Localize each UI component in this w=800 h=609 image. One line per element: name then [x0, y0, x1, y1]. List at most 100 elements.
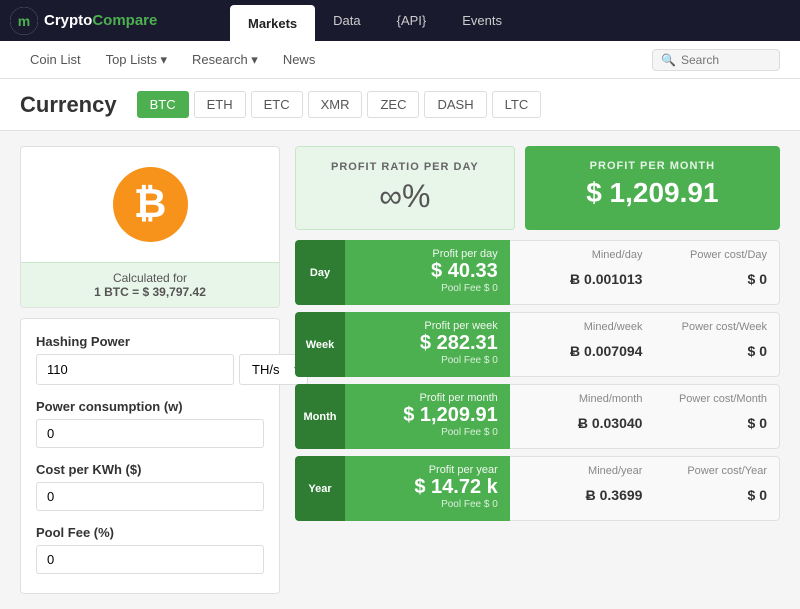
row-profit-value-week: $ 282.31	[357, 332, 498, 355]
row-mined-label-week: Mined/week	[522, 321, 643, 333]
row-mined-month: Mined/month Ƀ 0.03040	[510, 384, 655, 449]
nav-item-data[interactable]: Data	[315, 0, 378, 41]
row-pool-fee-week: Pool Fee $ 0	[357, 355, 498, 366]
power-consumption-input[interactable]	[36, 419, 264, 448]
row-pool-fee-month: Pool Fee $ 0	[357, 427, 498, 438]
row-mined-label-year: Mined/year	[522, 465, 643, 477]
row-power-label-month: Power cost/Month	[666, 393, 767, 405]
row-main-month: Profit per month $ 1,209.91 Pool Fee $ 0	[345, 384, 510, 449]
logo-icon: m	[10, 7, 38, 35]
row-profit-title-week: Profit per week	[357, 320, 498, 332]
table-row: Day Profit per day $ 40.33 Pool Fee $ 0 …	[295, 240, 780, 305]
top-nav: m CryptoCompare Markets Data {API} Event…	[0, 0, 800, 41]
row-label-week: Week	[295, 312, 345, 377]
cost-per-kwh-label: Cost per KWh ($)	[36, 462, 264, 477]
row-power-label-year: Power cost/Year	[666, 465, 767, 477]
second-nav-coin-list[interactable]: Coin List	[20, 52, 91, 67]
tab-etc[interactable]: ETC	[251, 91, 303, 118]
tab-ltc[interactable]: LTC	[492, 91, 542, 118]
row-profit-title-day: Profit per day	[357, 248, 498, 260]
row-mined-label-month: Mined/month	[522, 393, 643, 405]
search-input[interactable]	[681, 53, 771, 67]
profit-ratio-label: PROFIT RATIO PER DAY	[311, 161, 499, 173]
row-profit-value-year: $ 14.72 k	[357, 476, 498, 499]
row-profit-title-year: Profit per year	[357, 464, 498, 476]
row-mined-week: Mined/week Ƀ 0.007094	[510, 312, 655, 377]
form-group-power: Power consumption (w)	[36, 399, 264, 448]
logo-crypto: Crypto	[44, 12, 92, 29]
profit-ratio-card: PROFIT RATIO PER DAY ∞%	[295, 146, 515, 230]
row-main-week: Profit per week $ 282.31 Pool Fee $ 0	[345, 312, 510, 377]
calc-value: 1 BTC = $ 39,797.42	[31, 285, 269, 299]
row-pool-fee-day: Pool Fee $ 0	[357, 283, 498, 294]
row-mined-label-day: Mined/day	[522, 249, 643, 261]
row-power-year: Power cost/Year $ 0	[654, 456, 780, 521]
currency-tabs: Currency BTC ETH ETC XMR ZEC DASH LTC	[20, 91, 780, 118]
second-nav-top-lists[interactable]: Top Lists ▾	[96, 52, 177, 68]
profit-per-month-label: PROFIT PER MONTH	[540, 160, 765, 172]
tab-zec[interactable]: ZEC	[367, 91, 419, 118]
page-title: Currency	[20, 92, 117, 118]
tab-btc[interactable]: BTC	[137, 91, 189, 118]
hashing-power-label: Hashing Power	[36, 334, 264, 349]
row-main-year: Profit per year $ 14.72 k Pool Fee $ 0	[345, 456, 510, 521]
logo-text: CryptoCompare	[44, 12, 157, 29]
logo[interactable]: m CryptoCompare	[10, 7, 230, 35]
row-mined-day: Mined/day Ƀ 0.001013	[510, 240, 655, 305]
top-nav-items: Markets Data {API} Events	[230, 0, 520, 41]
page-header: Currency BTC ETH ETC XMR ZEC DASH LTC	[0, 79, 800, 131]
row-profit-value-day: $ 40.33	[357, 260, 498, 283]
row-power-value-year: $ 0	[666, 487, 767, 503]
coin-icon: ₿	[113, 167, 188, 242]
power-consumption-label: Power consumption (w)	[36, 399, 264, 414]
second-nav-news[interactable]: News	[273, 52, 326, 67]
search-icon: 🔍	[661, 53, 676, 67]
tab-xmr[interactable]: XMR	[308, 91, 363, 118]
profit-per-month-value: $ 1,209.91	[540, 177, 765, 209]
coin-calc-info: Calculated for 1 BTC = $ 39,797.42	[21, 262, 279, 307]
second-nav-research[interactable]: Research ▾	[182, 52, 268, 68]
cost-per-kwh-input[interactable]	[36, 482, 264, 511]
hashing-power-input[interactable]	[36, 354, 234, 385]
row-label-year: Year	[295, 456, 345, 521]
row-power-value-week: $ 0	[666, 343, 767, 359]
row-main-day: Profit per day $ 40.33 Pool Fee $ 0	[345, 240, 510, 305]
main-content: ₿ Calculated for 1 BTC = $ 39,797.42 Has…	[0, 131, 800, 609]
form-group-hashing: Hashing Power TH/s GH/s MH/s	[36, 334, 264, 385]
right-panel: PROFIT RATIO PER DAY ∞% PROFIT PER MONTH…	[295, 146, 780, 594]
row-profit-title-month: Profit per month	[357, 392, 498, 404]
profit-ratio-value: ∞%	[311, 178, 499, 215]
form-panel: Hashing Power TH/s GH/s MH/s Power consu…	[20, 318, 280, 594]
left-panel: ₿ Calculated for 1 BTC = $ 39,797.42 Has…	[20, 146, 280, 594]
calc-label: Calculated for	[31, 271, 269, 285]
svg-text:m: m	[18, 13, 30, 29]
nav-item-api[interactable]: {API}	[379, 0, 445, 41]
table-row: Month Profit per month $ 1,209.91 Pool F…	[295, 384, 780, 449]
row-label-day: Day	[295, 240, 345, 305]
nav-item-events[interactable]: Events	[444, 0, 520, 41]
tab-eth[interactable]: ETH	[194, 91, 246, 118]
row-power-value-month: $ 0	[666, 415, 767, 431]
row-power-week: Power cost/Week $ 0	[654, 312, 780, 377]
table-row: Week Profit per week $ 282.31 Pool Fee $…	[295, 312, 780, 377]
nav-item-markets[interactable]: Markets	[230, 5, 315, 41]
row-mined-year: Mined/year Ƀ 0.3699	[510, 456, 655, 521]
table-row: Year Profit per year $ 14.72 k Pool Fee …	[295, 456, 780, 521]
row-pool-fee-year: Pool Fee $ 0	[357, 499, 498, 510]
search-box: 🔍	[652, 49, 780, 71]
form-group-cost: Cost per KWh ($)	[36, 462, 264, 511]
row-mined-value-month: Ƀ 0.03040	[522, 415, 643, 431]
logo-compare: Compare	[92, 12, 157, 29]
row-power-value-day: $ 0	[666, 271, 767, 287]
pool-fee-label: Pool Fee (%)	[36, 525, 264, 540]
profit-per-month-card: PROFIT PER MONTH $ 1,209.91	[525, 146, 780, 230]
row-power-month: Power cost/Month $ 0	[654, 384, 780, 449]
row-label-month: Month	[295, 384, 345, 449]
coin-card: ₿ Calculated for 1 BTC = $ 39,797.42	[20, 146, 280, 308]
second-nav: Coin List Top Lists ▾ Research ▾ News 🔍	[0, 41, 800, 79]
row-profit-value-month: $ 1,209.91	[357, 404, 498, 427]
tab-dash[interactable]: DASH	[424, 91, 486, 118]
pool-fee-input[interactable]	[36, 545, 264, 574]
row-power-label-day: Power cost/Day	[666, 249, 767, 261]
row-mined-value-day: Ƀ 0.001013	[522, 271, 643, 287]
